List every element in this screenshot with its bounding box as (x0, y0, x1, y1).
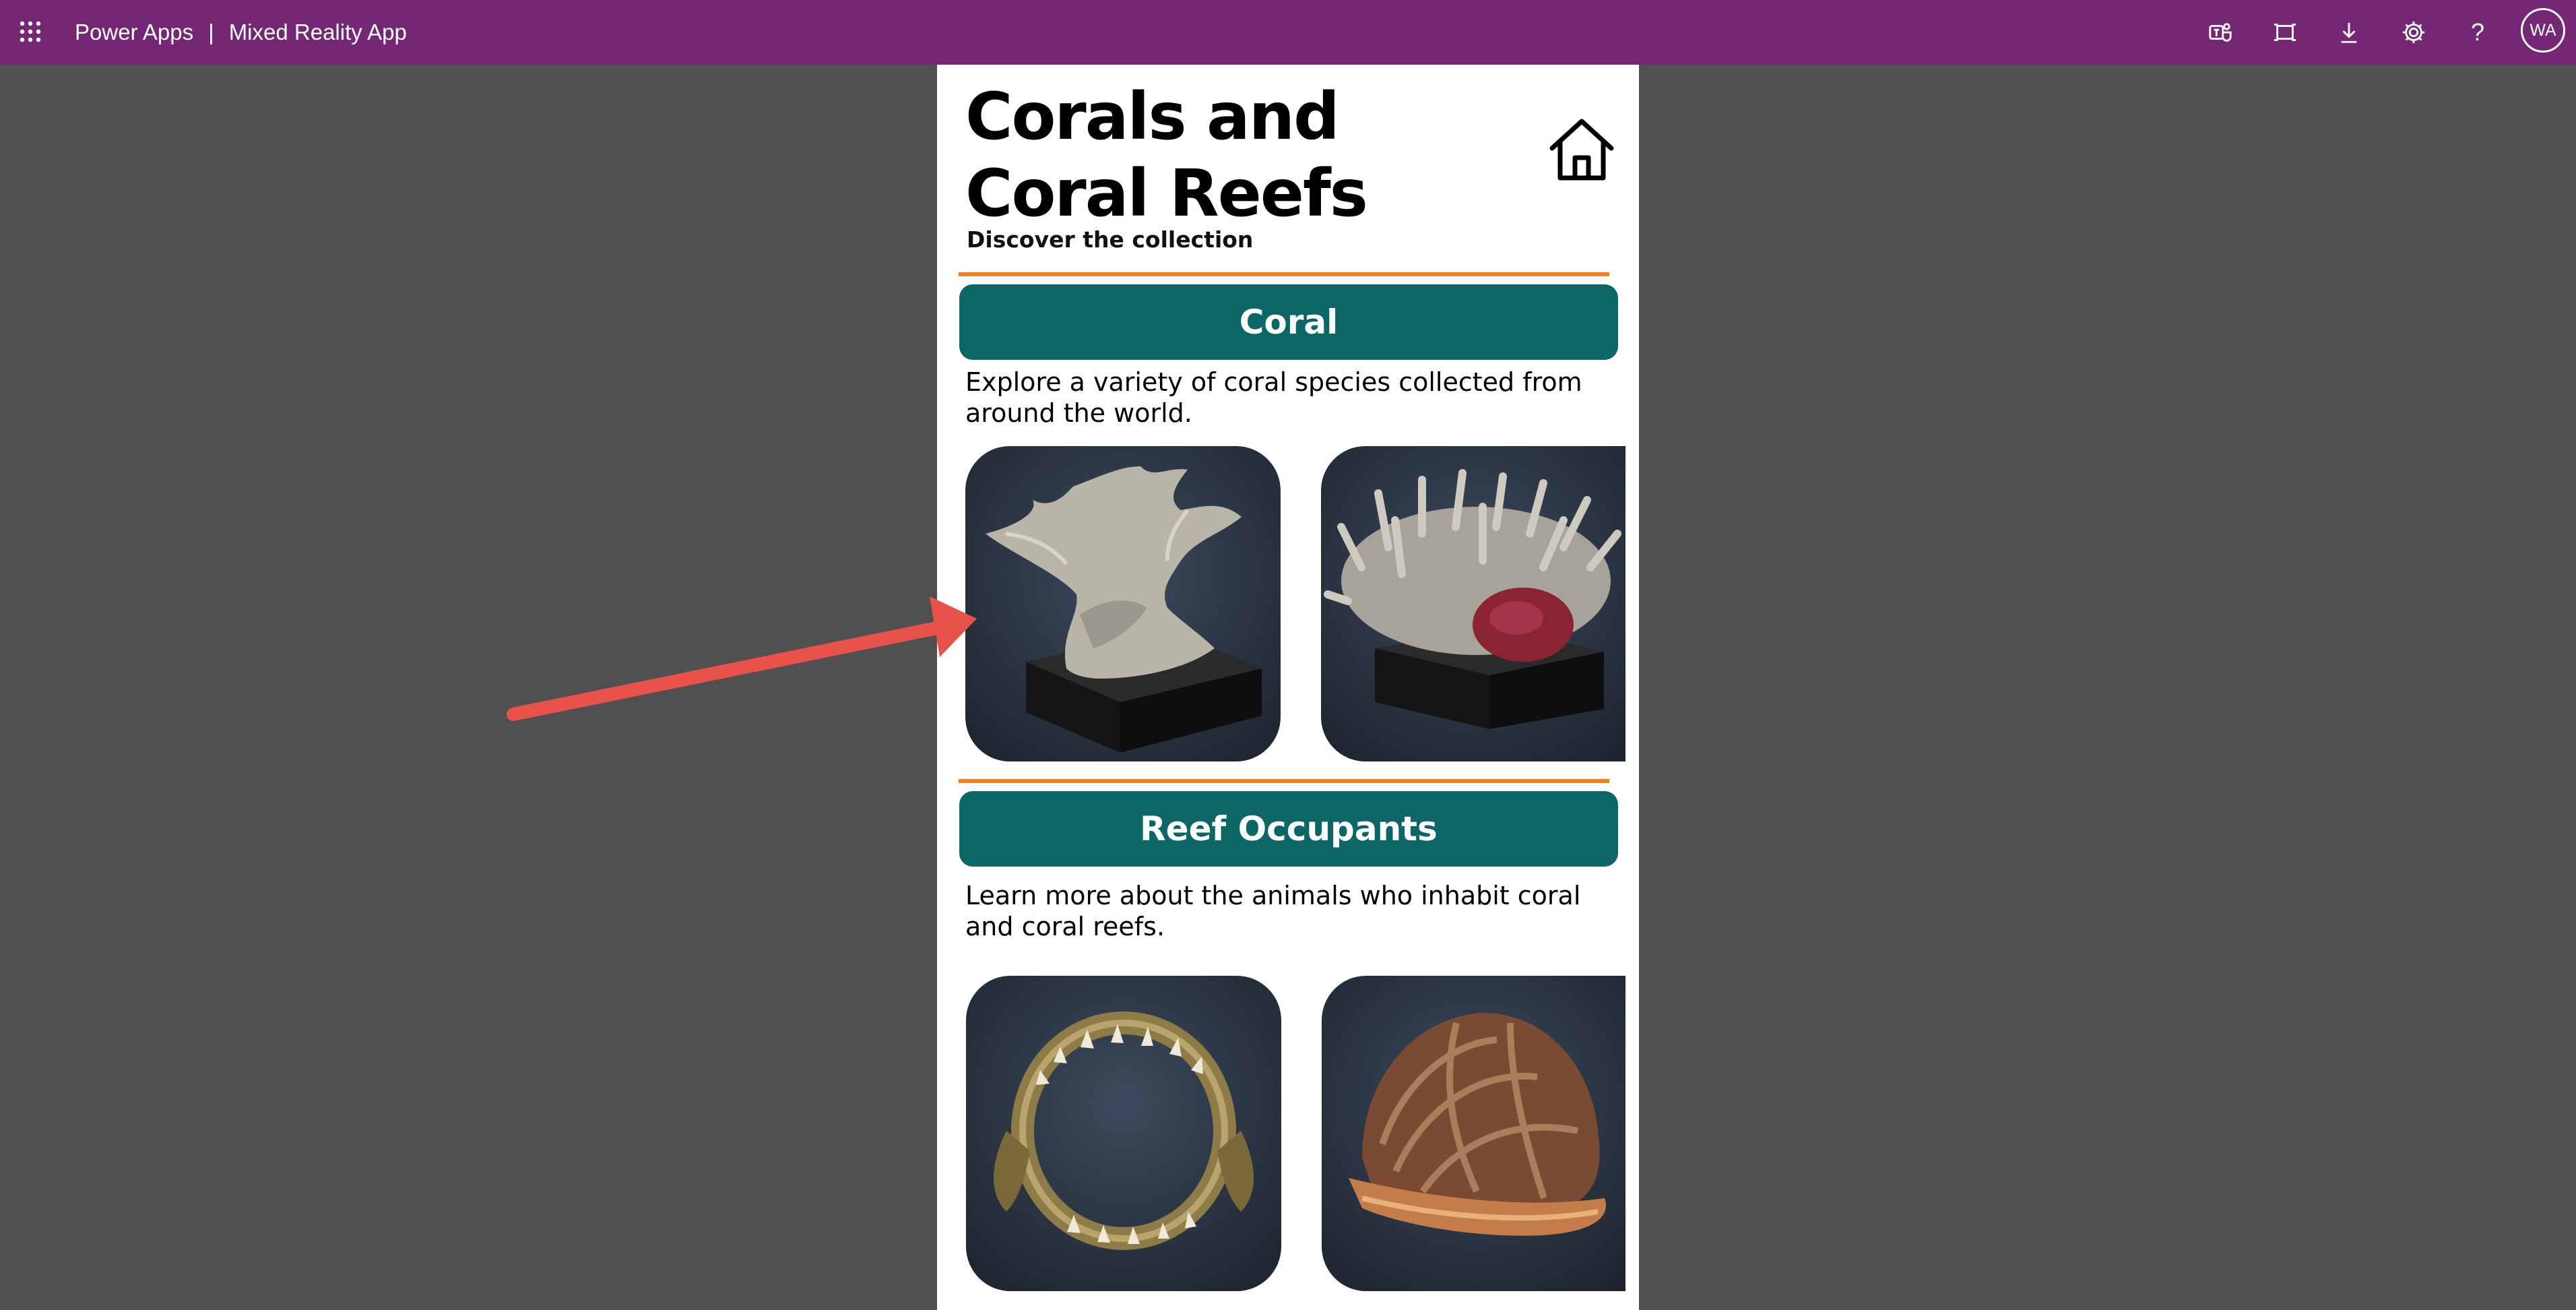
branching-coral-image[interactable] (965, 446, 1281, 761)
page-subtitle: Discover the collection (967, 226, 1254, 253)
title-separator: | (208, 20, 214, 44)
conch-shell-image[interactable] (1322, 976, 1625, 1291)
coral-section-button[interactable]: Coral (959, 284, 1618, 360)
app-header-bar: Power Apps | Mixed Reality App ? WA (0, 0, 2576, 65)
reef-occupants-section-button[interactable]: Reef Occupants (959, 791, 1618, 867)
settings-icon[interactable] (2399, 18, 2428, 47)
app-name: Mixed Reality App (228, 20, 407, 44)
coral-section-description: Explore a variety of coral species colle… (965, 367, 1582, 428)
app-title: Power Apps | Mixed Reality App (75, 18, 407, 47)
shark-jaw-image[interactable] (966, 976, 1281, 1291)
section-divider (959, 272, 1609, 276)
download-icon[interactable] (2334, 18, 2364, 47)
product-name: Power Apps (75, 20, 194, 44)
teams-icon[interactable] (2205, 18, 2235, 47)
page-title: Corals and Coral Reefs (965, 79, 1368, 231)
user-avatar[interactable]: WA (2521, 8, 2565, 53)
fit-screen-icon[interactable] (2270, 18, 2300, 47)
app-canvas: Corals and Coral Reefs Discover the coll… (937, 65, 1639, 1310)
reef-occupants-section-description: Learn more about the animals who inhabit… (965, 881, 1581, 941)
app-launcher-icon[interactable] (19, 20, 42, 43)
staghorn-coral-image[interactable] (1321, 446, 1625, 761)
section-divider (959, 779, 1609, 783)
home-icon[interactable] (1547, 117, 1617, 182)
help-icon[interactable]: ? (2463, 18, 2492, 47)
